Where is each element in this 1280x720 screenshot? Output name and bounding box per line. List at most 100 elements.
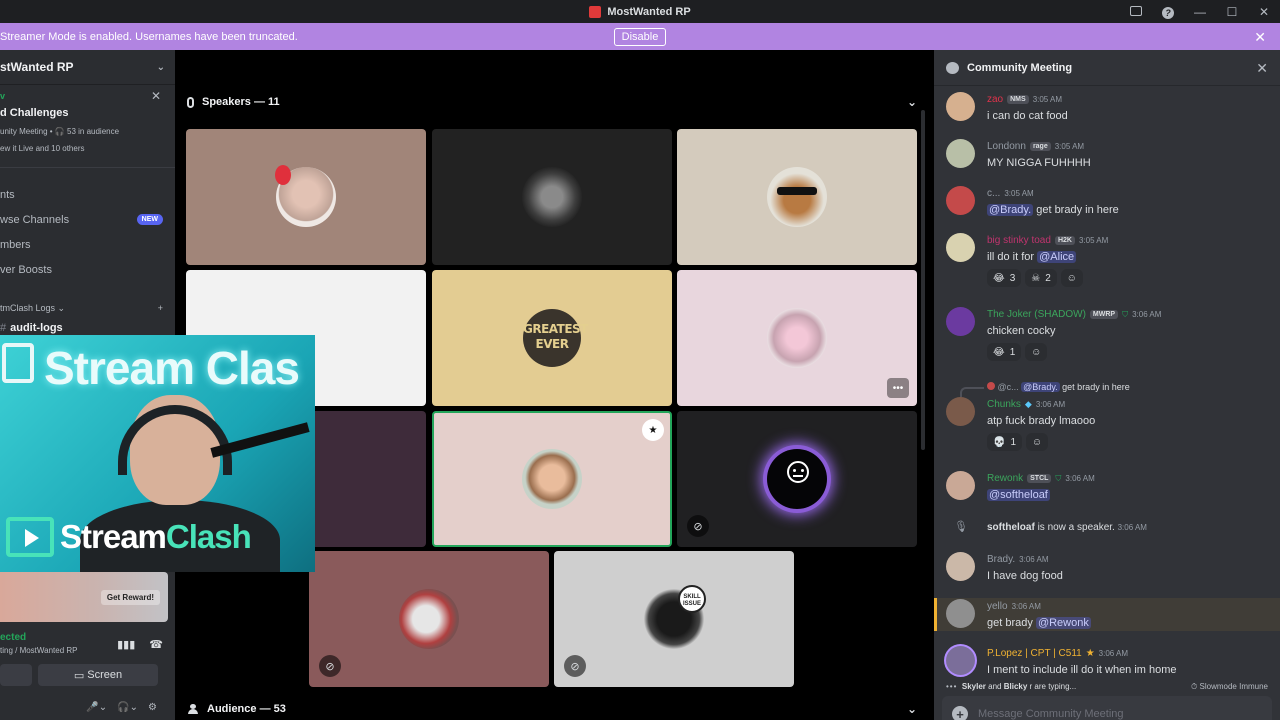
username[interactable]: yello xyxy=(987,601,1008,612)
chevron-down-icon[interactable]: ⌄ xyxy=(907,702,917,716)
window-title-text: MostWanted RP xyxy=(607,5,691,18)
user-mention[interactable]: @Rewonk xyxy=(1035,617,1091,629)
get-reward-button[interactable]: Get Reward! xyxy=(100,590,160,605)
speaker-tile-active[interactable]: ★ xyxy=(432,411,672,547)
user-avatar[interactable] xyxy=(946,139,975,168)
attach-plus-icon[interactable]: + xyxy=(952,706,968,720)
username[interactable]: Londonn xyxy=(987,141,1026,152)
disable-button[interactable]: Disable xyxy=(613,27,667,46)
microphone-icon[interactable]: 🎤⌄ xyxy=(86,702,107,720)
message-text: get brady @Rewonk xyxy=(987,617,1091,629)
guild-tag: MWRP xyxy=(1089,310,1119,319)
minimize-button[interactable]: — xyxy=(1184,5,1216,19)
category-header[interactable]: tmClash Logs ⌄ + xyxy=(0,298,175,318)
audience-header[interactable]: Audience — 53 ⌄ xyxy=(187,702,917,716)
sidebar-item-members[interactable]: mbers xyxy=(0,232,175,257)
username[interactable]: The Joker (SHADOW) xyxy=(987,309,1086,320)
more-options-icon[interactable]: ••• xyxy=(887,378,909,398)
user-avatar[interactable] xyxy=(946,307,975,336)
user-mention[interactable]: @softheloaf xyxy=(987,489,1050,501)
balloon-icon xyxy=(275,165,291,185)
reaction[interactable]: ☠ 2 xyxy=(1025,269,1057,287)
speaker-tile[interactable]: ⊘ xyxy=(309,551,549,687)
maximize-button[interactable]: ☐ xyxy=(1216,5,1248,19)
user-mention[interactable]: @Brady. xyxy=(987,204,1034,216)
username[interactable]: zao xyxy=(987,94,1003,105)
reaction[interactable]: 😂 3 xyxy=(987,269,1022,287)
speaker-tile[interactable] xyxy=(677,129,917,265)
disconnect-icon[interactable]: ☎ xyxy=(149,638,163,651)
reaction[interactable]: 💀 1 xyxy=(987,433,1023,451)
headphones-icon xyxy=(118,405,232,475)
headphones-icon[interactable]: 🎧⌄ xyxy=(117,702,138,720)
timestamp: 3:05 AM xyxy=(1004,189,1034,198)
message-composer[interactable]: + Message Community Meeting xyxy=(942,696,1272,720)
speaker-tile[interactable]: ⊘ xyxy=(677,411,917,547)
reply-text: get brady in here xyxy=(1062,382,1130,392)
sidebar-item-browse-channels[interactable]: wse Channels NEW xyxy=(0,207,175,232)
user-avatar[interactable] xyxy=(946,397,975,426)
new-badge: NEW xyxy=(136,214,163,225)
sidebar-item-server-boosts[interactable]: ver Boosts xyxy=(0,257,175,282)
chevron-down-icon[interactable]: ⌄ xyxy=(907,95,917,109)
inbox-icon[interactable] xyxy=(1120,5,1152,19)
close-icon[interactable]: ✕ xyxy=(151,89,161,103)
crown-logo-icon xyxy=(2,343,34,383)
signal-icon[interactable]: ▮▮▮ xyxy=(117,638,135,651)
reaction-count: 1 xyxy=(1009,346,1016,358)
add-reaction-icon[interactable]: ☺ xyxy=(1025,343,1048,361)
typing-user: Skyler xyxy=(961,682,986,691)
video-button[interactable] xyxy=(0,664,32,686)
speaker-tile[interactable]: ••• xyxy=(677,270,917,406)
add-reaction-icon[interactable]: ☺ xyxy=(1060,269,1083,287)
user-mention[interactable]: @Alice xyxy=(1037,251,1077,263)
speaker-tile[interactable] xyxy=(186,129,426,265)
chevron-down-icon: ⌄ xyxy=(156,61,165,73)
laughing-emoji-icon: 😂 xyxy=(993,272,1005,284)
username[interactable]: P.Lopez | CPT | C511 xyxy=(987,648,1082,659)
play-crown-icon xyxy=(6,517,54,557)
user-avatar[interactable] xyxy=(946,599,975,628)
username[interactable]: Rewonk xyxy=(987,473,1023,484)
user-avatar[interactable] xyxy=(946,552,975,581)
speaker-avatar xyxy=(767,167,827,227)
username[interactable]: c... xyxy=(987,188,1000,199)
banner-close-icon[interactable]: ✕ xyxy=(1254,29,1266,46)
sidebar-item-events[interactable]: nts xyxy=(0,182,175,207)
add-channel-icon[interactable]: + xyxy=(158,303,163,313)
diamond-icon: ◆ xyxy=(1024,399,1032,409)
help-icon[interactable]: ? xyxy=(1152,5,1184,19)
window-title: MostWanted RP xyxy=(589,5,691,18)
event-viewers: ew it Live and 10 others xyxy=(0,144,85,153)
speaker-tile[interactable]: SKILL ISSUE ⊘ xyxy=(554,551,794,687)
user-avatar[interactable] xyxy=(946,233,975,262)
typing-text: r are typing... xyxy=(1029,682,1077,691)
voice-buttons: ▭ Screen xyxy=(0,664,175,686)
reply-preview[interactable]: @c... @Brady. get brady in here xyxy=(987,382,1130,392)
username[interactable]: big stinky toad xyxy=(987,235,1051,246)
reaction[interactable]: 😂 1 xyxy=(987,343,1022,361)
close-chat-icon[interactable]: ✕ xyxy=(1256,60,1268,77)
timestamp: 3:06 AM xyxy=(1117,523,1147,532)
stage-event-card[interactable]: v d Challenges unity Meeting • 🎧 53 in a… xyxy=(0,85,175,159)
user-avatar[interactable] xyxy=(946,646,975,675)
screen-share-button[interactable]: ▭ Screen xyxy=(38,664,158,686)
speaker-tile[interactable] xyxy=(432,129,672,265)
close-window-button[interactable]: ✕ xyxy=(1248,5,1280,19)
user-avatar[interactable] xyxy=(946,186,975,215)
scrollbar[interactable] xyxy=(921,110,925,450)
user-avatar[interactable] xyxy=(946,92,975,121)
reactions: 💀 1 ☺ xyxy=(987,433,1049,451)
username[interactable]: Brady. xyxy=(987,554,1015,565)
settings-gear-icon[interactable]: ⚙ xyxy=(148,702,157,720)
speakers-header[interactable]: Speakers — 11 ⌄ xyxy=(187,95,917,109)
server-header[interactable]: stWanted RP ⌄ xyxy=(0,50,175,85)
typing-user: Blicky xyxy=(1003,682,1028,691)
message-header: yello 3:06 AM xyxy=(987,601,1041,612)
username[interactable]: Chunks xyxy=(987,399,1021,410)
banner-message: Streamer Mode is enabled. Usernames have… xyxy=(0,30,298,43)
add-reaction-icon[interactable]: ☺ xyxy=(1026,433,1049,451)
system-user[interactable]: softheloaf xyxy=(987,522,1035,533)
speaker-tile[interactable]: GREATEST EVER xyxy=(432,270,672,406)
user-avatar[interactable] xyxy=(946,471,975,500)
